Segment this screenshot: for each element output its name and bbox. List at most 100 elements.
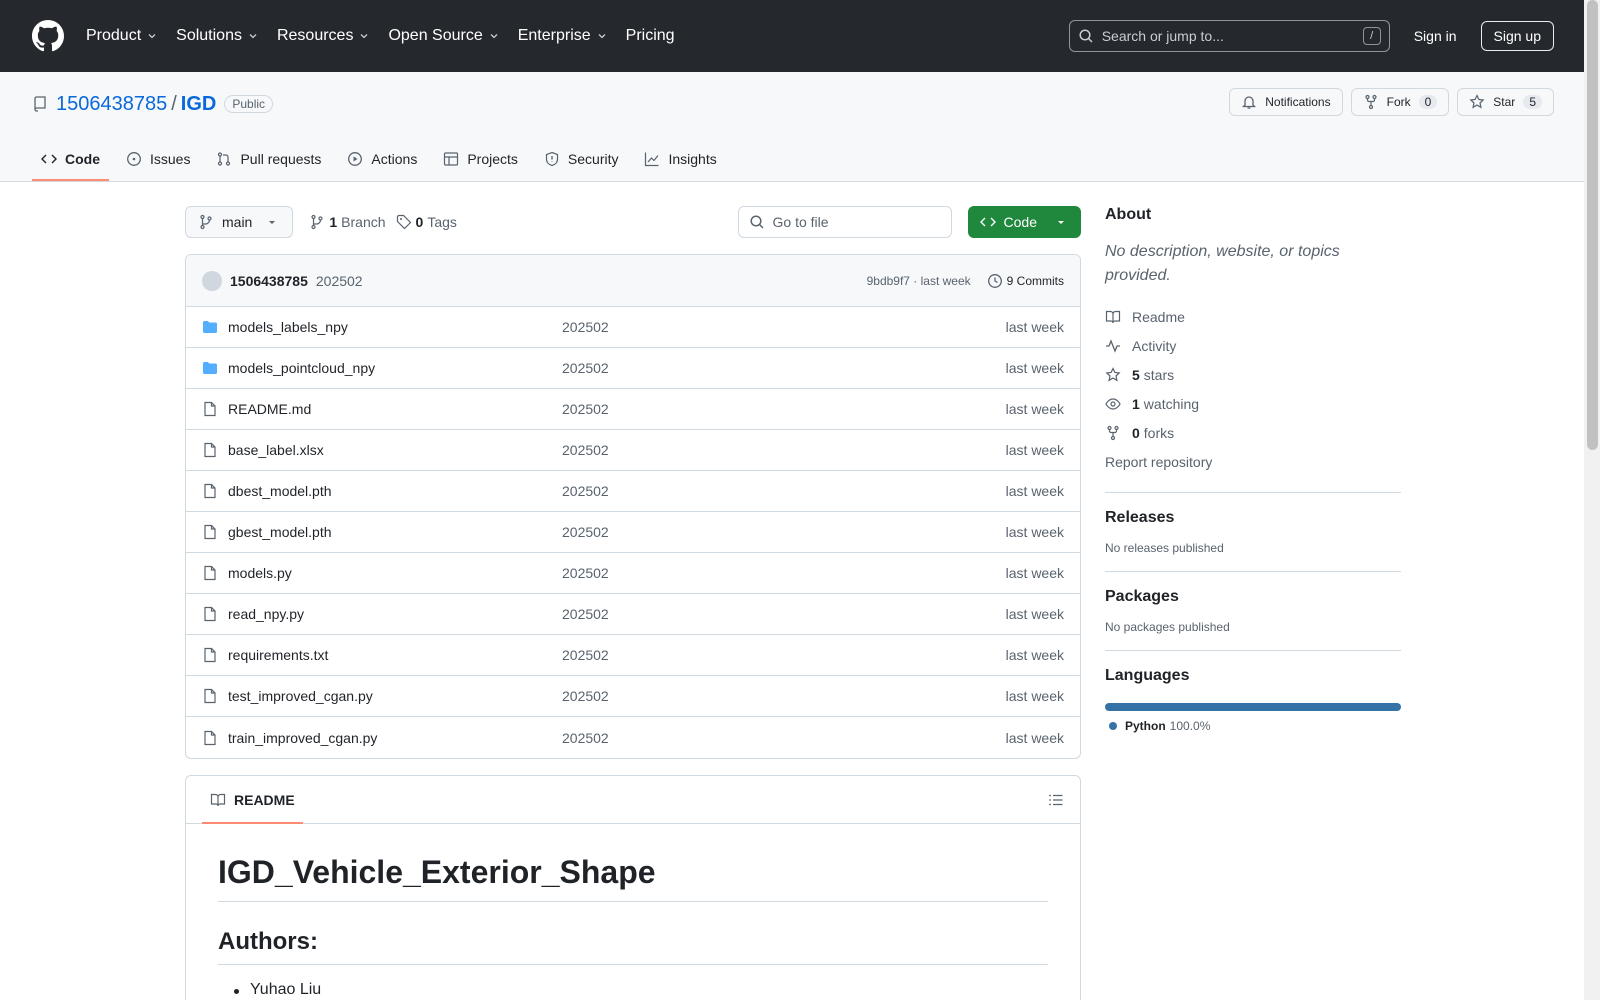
star-label: Star <box>1493 95 1516 109</box>
file-row[interactable]: base_label.xlsx 202502 last week <box>186 430 1080 471</box>
readme-link-label: Readme <box>1132 308 1185 325</box>
stars-link[interactable]: 5 stars <box>1105 360 1401 389</box>
code-button[interactable]: Code <box>967 206 1081 238</box>
repo-tabs: Code Issues Pull requests Actions Projec… <box>32 137 734 181</box>
divider <box>1105 571 1401 572</box>
file-name[interactable]: base_label.xlsx <box>228 442 562 458</box>
file-row[interactable]: dbest_model.pth 202502 last week <box>186 471 1080 512</box>
tags-link[interactable]: 0 Tags <box>396 214 457 230</box>
avatar[interactable] <box>202 270 222 291</box>
branch-selector[interactable]: main <box>185 206 294 238</box>
file-rows: models_labels_npy 202502 last week models_p… <box>186 307 1080 758</box>
tab-insights[interactable]: Insights <box>635 137 725 181</box>
sign-up-button[interactable]: Sign up <box>1480 21 1554 51</box>
go-to-file-placeholder: Go to file <box>772 214 829 230</box>
file-commit-message[interactable]: 202502 <box>562 606 609 622</box>
file-commit-message[interactable]: 202502 <box>562 360 609 376</box>
tab-actions[interactable]: Actions <box>338 137 426 181</box>
file-name[interactable]: gbest_model.pth <box>228 524 562 540</box>
file-commit-message[interactable]: 202502 <box>562 483 609 499</box>
language-color-dot <box>1109 722 1117 730</box>
book-icon <box>1105 310 1121 323</box>
nav-open-source[interactable]: Open Source <box>388 27 499 45</box>
file-row[interactable]: read_npy.py 202502 last week <box>186 594 1080 635</box>
forks-link[interactable]: 0 forks <box>1105 418 1401 447</box>
readme-tab[interactable]: README <box>202 776 303 824</box>
repo-name-link[interactable]: IGD <box>181 93 217 116</box>
scrollbar[interactable] <box>1584 0 1600 1000</box>
tab-label: Security <box>567 151 619 167</box>
activity-link[interactable]: Activity <box>1105 331 1401 360</box>
watching-link[interactable]: 1 watching <box>1105 389 1401 418</box>
file-row[interactable]: gbest_model.pth 202502 last week <box>186 512 1080 553</box>
file-commit-message[interactable]: 202502 <box>562 319 609 335</box>
branches-link[interactable]: 1 Branch <box>309 214 386 230</box>
file-row[interactable]: README.md 202502 last week <box>186 389 1080 430</box>
notifications-button[interactable]: Notifications <box>1229 88 1343 116</box>
scrollbar-thumb[interactable] <box>1587 0 1598 450</box>
file-name[interactable]: README.md <box>228 401 562 417</box>
file-commit-message[interactable]: 202502 <box>562 565 609 581</box>
file-name[interactable]: models_pointcloud_npy <box>228 360 562 376</box>
file-name[interactable]: models.py <box>228 565 562 581</box>
search-input[interactable]: Search or jump to... / <box>1068 20 1390 52</box>
file-name[interactable]: test_improved_cgan.py <box>228 688 562 704</box>
file-commit-message[interactable]: 202502 <box>562 442 609 458</box>
file-commit-message[interactable]: 202502 <box>562 688 609 704</box>
visibility-badge: Public <box>224 95 274 113</box>
file-name[interactable]: requirements.txt <box>228 647 562 663</box>
file-name[interactable]: dbest_model.pth <box>228 483 562 499</box>
github-logo-icon[interactable] <box>32 20 64 52</box>
file-row[interactable]: models_labels_npy 202502 last week <box>186 307 1080 348</box>
search-shortcut: / <box>1362 27 1381 45</box>
nav-solutions[interactable]: Solutions <box>176 27 259 45</box>
file-commit-message[interactable]: 202502 <box>562 524 609 540</box>
readme-header: README <box>186 776 1080 824</box>
branch-icon <box>311 214 323 230</box>
tab-code[interactable]: Code <box>32 137 109 181</box>
outline-list-icon[interactable] <box>1048 792 1064 808</box>
repo-icon <box>34 96 46 112</box>
file-commit-message[interactable]: 202502 <box>562 647 609 663</box>
fork-label: Fork <box>1386 95 1411 109</box>
file-row[interactable]: train_improved_cgan.py 202502 last week <box>186 717 1080 758</box>
commits-link[interactable]: 9 Commits <box>987 273 1064 289</box>
language-item[interactable]: Python 100.0% <box>1105 719 1401 733</box>
sign-in-link[interactable]: Sign in <box>1414 28 1457 44</box>
packages-text: No packages published <box>1105 620 1230 634</box>
nav-label: Enterprise <box>517 27 591 44</box>
file-name[interactable]: train_improved_cgan.py <box>228 730 562 746</box>
file-age: last week <box>1005 319 1064 335</box>
tab-security[interactable]: Security <box>535 137 628 181</box>
nav-product[interactable]: Product <box>86 27 158 45</box>
repo-owner-link[interactable]: 1506438785 <box>56 93 167 116</box>
file-commit-message[interactable]: 202502 <box>562 730 609 746</box>
commit-message[interactable]: 202502 <box>316 273 363 289</box>
file-commit-message[interactable]: 202502 <box>562 401 609 417</box>
go-to-file-input[interactable]: Go to file <box>737 206 952 238</box>
tab-issues[interactable]: Issues <box>117 137 199 181</box>
file-row[interactable]: models.py 202502 last week <box>186 553 1080 594</box>
commit-sha-time[interactable]: 9bdb9f7 · last week <box>867 274 971 288</box>
tab-label: Pull requests <box>240 151 322 167</box>
tab-pull-requests[interactable]: Pull requests <box>207 137 330 181</box>
file-row[interactable]: test_improved_cgan.py 202502 last week <box>186 676 1080 717</box>
nav-resources[interactable]: Resources <box>277 27 370 45</box>
nav-enterprise[interactable]: Enterprise <box>518 27 608 45</box>
commit-author[interactable]: 1506438785 <box>230 273 308 289</box>
divider <box>1105 650 1401 651</box>
star-button[interactable]: Star 5 <box>1457 88 1554 116</box>
fork-button[interactable]: Fork 0 <box>1350 88 1450 116</box>
releases-heading[interactable]: Releases <box>1105 509 1401 527</box>
packages-heading[interactable]: Packages <box>1105 588 1401 606</box>
nav-pricing[interactable]: Pricing <box>626 27 675 45</box>
file-row[interactable]: models_pointcloud_npy 202502 last week <box>186 348 1080 389</box>
report-repository-link[interactable]: Report repository <box>1105 447 1401 476</box>
readme-link[interactable]: Readme <box>1105 302 1401 331</box>
readme-tab-label: README <box>234 791 295 808</box>
file-name[interactable]: models_labels_npy <box>228 319 562 335</box>
file-row[interactable]: requirements.txt 202502 last week <box>186 635 1080 676</box>
file-name[interactable]: read_npy.py <box>228 606 562 622</box>
tab-projects[interactable]: Projects <box>434 137 527 181</box>
fork-count: 0 <box>1418 95 1438 109</box>
